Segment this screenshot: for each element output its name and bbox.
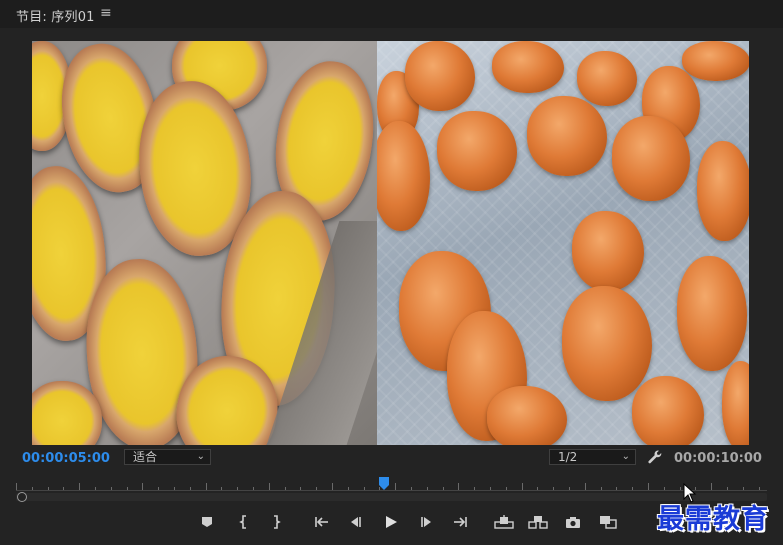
ruler-baseline [16,490,767,491]
hamburger-menu-icon[interactable]: ≡ [100,5,112,21]
go-to-out-icon [454,517,467,527]
mark-in-icon [239,515,246,529]
step-back-button[interactable] [345,513,365,531]
program-monitor-video[interactable] [32,41,749,445]
go-to-in-button[interactable] [312,513,332,531]
export-frame-button[interactable] [563,513,583,531]
watermark-logo: 最需教育 [657,504,769,535]
chevron-down-icon: ⌄ [621,451,630,462]
candy-clip-image [377,41,749,445]
mark-in-button[interactable] [234,513,254,531]
resolution-dropdown[interactable]: 1/2 ⌄ [549,449,636,465]
fit-dropdown-value: 适合 [133,450,158,464]
lift-icon [494,515,514,529]
comparison-view-icon [600,516,617,529]
zoom-scroll-bar[interactable] [16,493,767,501]
lift-button[interactable] [494,513,514,531]
play-icon [386,516,397,528]
extract-icon [528,516,548,529]
step-back-icon [351,517,361,527]
zoom-scroll-handle[interactable] [17,492,27,502]
extract-button[interactable] [528,513,548,531]
go-to-out-button[interactable] [450,513,470,531]
play-button[interactable] [381,513,401,531]
fit-dropdown[interactable]: 适合 ⌄ [124,449,211,465]
panel-title[interactable]: 节目: 序列01 [16,6,95,25]
panel-header: 节目: 序列01 ≡ [0,0,783,28]
marker-icon [202,517,212,527]
camera-icon [566,516,580,528]
resolution-dropdown-value: 1/2 [558,450,578,464]
go-to-in-icon [315,517,328,527]
wrench-icon[interactable] [647,449,663,465]
playhead-marker[interactable] [379,477,389,490]
time-ruler[interactable] [16,477,767,491]
chevron-down-icon: ⌄ [196,451,205,462]
comparison-view-button[interactable] [598,513,618,531]
step-forward-button[interactable] [417,513,437,531]
mark-out-button[interactable] [266,513,286,531]
duration-timecode: 00:00:10:00 [674,451,762,466]
egg-tarts-clip-image [32,41,377,445]
mark-out-icon [274,515,281,529]
step-forward-icon [421,517,431,527]
current-timecode[interactable]: 00:00:05:00 [22,451,110,466]
add-marker-button[interactable] [197,513,217,531]
